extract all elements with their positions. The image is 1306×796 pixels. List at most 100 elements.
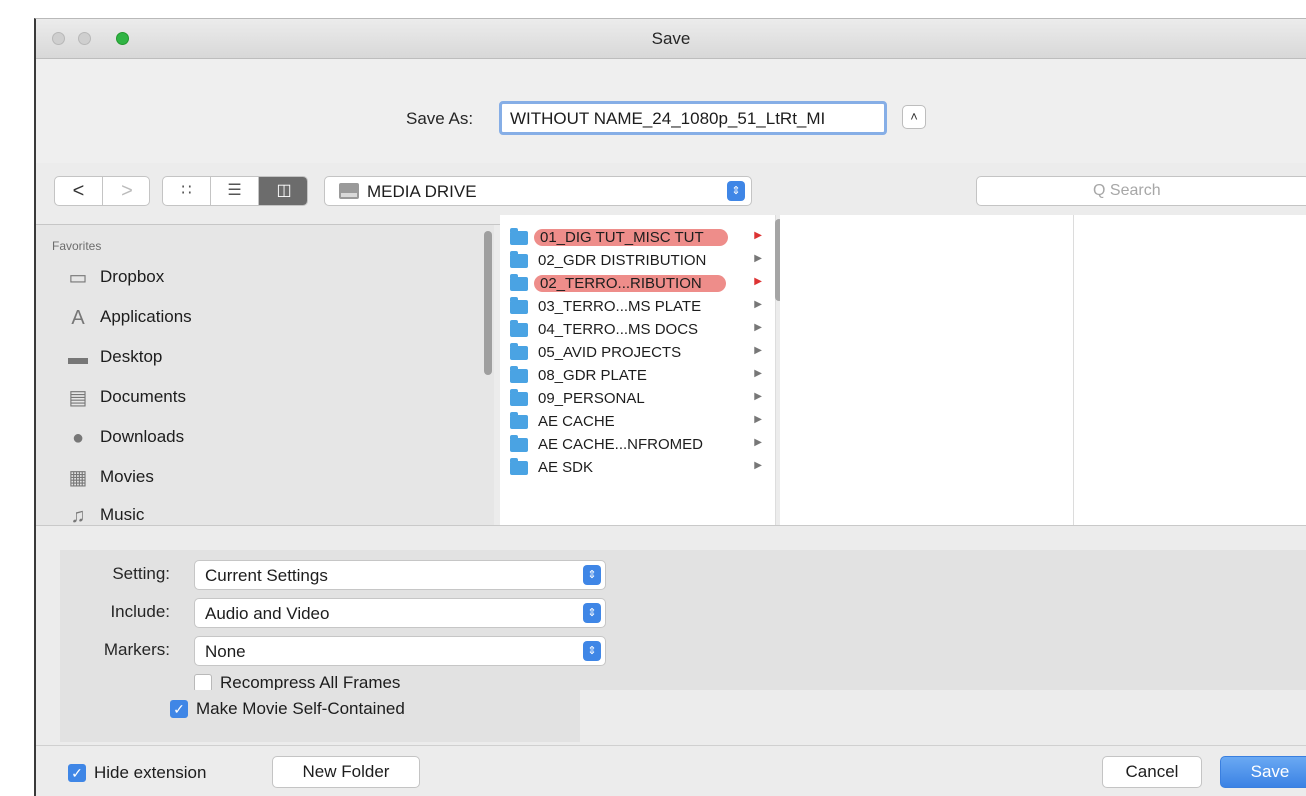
folder-row[interactable]: 09_PERSONAL ▶ — [508, 388, 776, 410]
disclosure-arrow-icon: ▶ — [754, 460, 762, 471]
empty-column — [780, 215, 1074, 525]
applications-icon: A — [71, 307, 85, 329]
columns-icon: ◫ — [276, 182, 292, 199]
icon-view-button[interactable]: ∷ — [163, 177, 211, 205]
disclosure-arrow-icon: ▶ — [754, 368, 762, 379]
disclosure-arrow-icon: ▶ — [754, 345, 762, 356]
include-popup[interactable]: Audio and Video ⇕ — [194, 598, 606, 628]
self-contained-checkbox[interactable]: ✓ — [170, 700, 188, 718]
downloads-icon: ● — [71, 427, 85, 449]
search-placeholder: Q Search — [1093, 182, 1161, 199]
sidebar-item-label: Documents — [100, 387, 186, 406]
back-button[interactable]: < — [55, 177, 103, 205]
folder-row[interactable]: 04_TERRO...MS DOCS ▶ — [508, 319, 776, 341]
sidebar-item-documents[interactable]: ▤ Documents — [66, 381, 466, 417]
options-subgroup: ✓ Make Movie Self-Contained — [60, 690, 580, 742]
save-as-field[interactable]: WITHOUT NAME_24_1080p_51_LtRt_MI — [499, 101, 887, 135]
folder-name: AE CACHE...NFROMED — [538, 436, 704, 453]
folder-row[interactable]: AE CACHE...NFROMED ▶ — [508, 434, 776, 456]
folder-icon — [510, 435, 528, 452]
folder-icon — [510, 251, 528, 268]
folder-icon — [510, 297, 528, 314]
empty-column — [1074, 215, 1306, 525]
movies-icon: ▦ — [68, 467, 88, 489]
forward-button[interactable]: > — [103, 177, 151, 205]
hide-extension-checkbox[interactable]: ✓ — [68, 764, 86, 782]
disclosure-arrow-icon: ▶ — [754, 391, 762, 402]
folder-icon — [510, 343, 528, 360]
hide-extension-label: Hide extension — [94, 763, 207, 782]
folder-row[interactable]: 02_TERRO...RIBUTION ▶ — [508, 273, 776, 295]
popup-arrows-icon: ⇕ — [583, 603, 601, 623]
folder-icon — [510, 389, 528, 406]
drive-icon — [339, 183, 359, 199]
desktop-icon: ▬ — [68, 347, 88, 369]
chevron-up-icon: ˄ — [910, 109, 918, 124]
sidebar-scrollbar[interactable] — [482, 225, 494, 525]
sidebar-item-label: Movies — [100, 467, 154, 486]
disclosure-arrow-icon: ▶ — [754, 230, 762, 241]
sidebar-item-downloads[interactable]: ● Downloads — [66, 421, 466, 457]
folder-name: 03_TERRO...MS PLATE — [538, 298, 702, 315]
sidebar-item-applications[interactable]: A Applications — [66, 301, 466, 337]
list-view-button[interactable]: ☰ — [211, 177, 259, 205]
folder-icon — [510, 458, 528, 475]
setting-popup[interactable]: Current Settings ⇕ — [194, 560, 606, 590]
sidebar-heading: Favorites — [52, 239, 102, 253]
self-contained-label: Make Movie Self-Contained — [196, 699, 405, 718]
sidebar-item-label: Applications — [100, 307, 192, 326]
folder-row[interactable]: AE SDK ▶ — [508, 457, 776, 479]
folder-name: 04_TERRO...MS DOCS — [538, 321, 699, 338]
collapse-dialog-button[interactable]: ˄ — [902, 105, 926, 129]
location-popup[interactable]: MEDIA DRIVE ⇕ — [324, 176, 752, 206]
folder-icon: ▭ — [68, 267, 88, 289]
title-bar: Save — [36, 19, 1306, 59]
folder-row[interactable]: 08_GDR PLATE ▶ — [508, 365, 776, 387]
folder-icon — [510, 320, 528, 337]
folder-column: 01_DIG TUT_MISC TUT ▶ 02_GDR DISTRIBUTIO… — [500, 215, 776, 525]
setting-value: Current Settings — [205, 566, 328, 585]
export-options-panel: Setting: Current Settings ⇕ Include: Aud… — [36, 525, 1306, 745]
folder-row[interactable]: 01_DIG TUT_MISC TUT ▶ — [508, 227, 776, 249]
save-as-label: Save As: — [406, 109, 474, 128]
include-value: Audio and Video — [205, 604, 330, 623]
folder-icon — [510, 412, 528, 429]
disclosure-arrow-icon: ▶ — [754, 299, 762, 310]
markers-value: None — [205, 642, 246, 661]
folder-row[interactable]: 03_TERRO...MS PLATE ▶ — [508, 296, 776, 318]
folder-icon — [510, 228, 528, 245]
search-input[interactable]: Q Search — [976, 176, 1306, 206]
sidebar: Favorites ▭ Dropbox A Applications ▬ Des… — [36, 225, 486, 527]
sidebar-item-label: Music — [100, 505, 145, 524]
disclosure-arrow-icon: ▶ — [754, 414, 762, 425]
sidebar-scroll-thumb[interactable] — [484, 231, 492, 375]
folder-name: 05_AVID PROJECTS — [538, 344, 682, 361]
markers-popup[interactable]: None ⇕ — [194, 636, 606, 666]
folder-name: 02_GDR DISTRIBUTION — [538, 252, 707, 269]
sidebar-item-dropbox[interactable]: ▭ Dropbox — [66, 261, 466, 297]
popup-arrows-icon: ⇕ — [727, 181, 745, 201]
folder-name: AE CACHE — [538, 413, 615, 430]
folder-icon — [510, 274, 528, 291]
folder-row[interactable]: 02_GDR DISTRIBUTION ▶ — [508, 250, 776, 272]
sidebar-item-label: Downloads — [100, 427, 185, 446]
save-dialog: Save Save As: WITHOUT NAME_24_1080p_51_L… — [34, 18, 1306, 796]
save-button[interactable]: Save — [1220, 756, 1306, 788]
documents-icon: ▤ — [68, 387, 88, 409]
location-label: MEDIA DRIVE — [367, 182, 477, 201]
disclosure-arrow-icon: ▶ — [754, 322, 762, 333]
folder-row[interactable]: AE CACHE ▶ — [508, 411, 776, 433]
disclosure-arrow-icon: ▶ — [754, 437, 762, 448]
folder-row[interactable]: 05_AVID PROJECTS ▶ — [508, 342, 776, 364]
save-as-row: Save As: WITHOUT NAME_24_1080p_51_LtRt_M… — [36, 59, 1306, 163]
cancel-button[interactable]: Cancel — [1102, 756, 1202, 788]
sidebar-item-movies[interactable]: ▦ Movies — [66, 461, 466, 497]
folder-icon — [510, 366, 528, 383]
new-folder-button[interactable]: New Folder — [272, 756, 420, 788]
sidebar-item-desktop[interactable]: ▬ Desktop — [66, 341, 466, 377]
column-view-button[interactable]: ◫ — [259, 177, 307, 205]
folder-name: 02_TERRO...RIBUTION — [534, 275, 726, 292]
sidebar-item-label: Desktop — [100, 347, 163, 366]
music-icon: ♫ — [70, 505, 86, 527]
view-mode-group: ∷ ☰ ◫ — [162, 176, 308, 206]
